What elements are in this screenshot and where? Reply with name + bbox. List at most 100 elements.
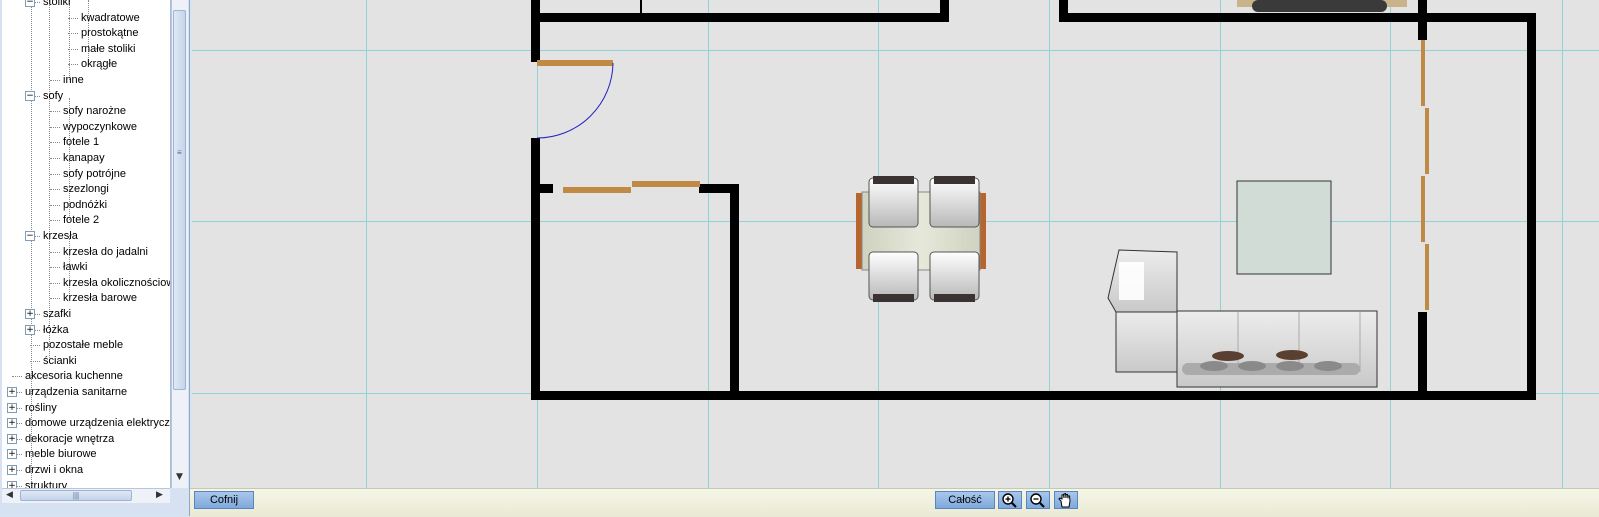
tree-item[interactable]: rośliny [24, 400, 57, 416]
scroll-down-arrow-icon[interactable]: ▼ [176, 472, 183, 482]
tree-item-label: sofy narożne [63, 105, 126, 118]
expand-icon[interactable]: + [7, 402, 17, 413]
expand-icon[interactable]: + [7, 449, 17, 460]
tree-item-label: szezlongi [63, 183, 109, 196]
tree-connector [50, 267, 60, 269]
tree-item-label: sofy [43, 89, 64, 102]
tree-item[interactable]: urządzenia sanitarne [24, 384, 127, 400]
floor-plan-canvas[interactable] [192, 0, 1599, 488]
tree-item[interactable]: akcesoria kuchenne [24, 368, 123, 384]
tree-item-label: okrągłe [81, 58, 118, 71]
tree-item[interactable]: ławki [62, 259, 87, 275]
collapse-icon[interactable]: − [25, 231, 35, 241]
tree-connector [68, 64, 78, 66]
door-inner-double [563, 181, 700, 193]
tree-connector [50, 251, 60, 253]
tree-item[interactable]: domowe urządzenia elektryczne [24, 415, 170, 431]
tree-item-label: rośliny [25, 401, 57, 414]
tree-connector [50, 204, 60, 206]
expand-icon[interactable]: + [7, 387, 17, 397]
tree-item-label: krzesła barowe [63, 292, 137, 305]
expand-icon[interactable]: + [25, 324, 35, 335]
tree-item[interactable]: prostokątne [80, 25, 138, 41]
horizontal-scrollbar[interactable]: ◀ ||| ▶ [2, 488, 170, 503]
tree-connector [50, 142, 60, 144]
tree-item[interactable]: sofy [42, 88, 63, 104]
tree-item[interactable]: krzesła okolicznościowe [62, 275, 170, 291]
expand-icon[interactable]: + [25, 309, 35, 319]
tree-item[interactable]: łóżka [42, 322, 69, 338]
tree-item-label: sofy potrójne [63, 167, 126, 180]
tree-item[interactable]: szezlongi [62, 181, 109, 197]
tree-item[interactable]: sofy potrójne [62, 166, 126, 182]
tree-item-label: akcesoria kuchenne [25, 370, 123, 383]
tree-item[interactable]: krzesła [42, 228, 78, 244]
tree-item[interactable]: fotele 1 [62, 134, 99, 150]
decoration-top [1237, 0, 1407, 12]
tree-connector [50, 173, 60, 175]
tree-item[interactable]: pozostałe meble [42, 337, 123, 353]
bottom-toolbar: Cofnij Całość [190, 488, 1599, 517]
tree-connector [30, 360, 40, 362]
tree-item-label: inne [63, 74, 84, 86]
tree-item[interactable]: małe stoliki [80, 41, 135, 57]
horizontal-scroll-thumb[interactable]: ||| [20, 490, 132, 501]
tree-item-label: krzesła do jadalni [63, 245, 148, 258]
collapse-icon[interactable]: − [25, 0, 35, 7]
vertical-scrollbar[interactable]: ≡ ▼ [171, 0, 188, 488]
fit-all-button[interactable]: Całość [935, 491, 995, 509]
catalog-panel: − stoliki kwadratowe prostokątne małe stolik… [0, 0, 190, 516]
tree-item[interactable]: stoliki [42, 0, 71, 10]
scroll-right-arrow-icon[interactable]: ▶ [156, 490, 163, 500]
tree-item[interactable]: podnóżki [62, 197, 107, 213]
tree-item[interactable]: kanapay [62, 150, 105, 166]
vertical-scroll-thumb[interactable]: ≡ [173, 10, 186, 390]
scroll-left-arrow-icon[interactable]: ◀ [6, 490, 13, 500]
tree-item[interactable]: sofy narożne [62, 103, 126, 119]
tree-item[interactable]: krzesła barowe [62, 290, 137, 306]
zoom-out-icon [1030, 493, 1045, 508]
tree-item[interactable]: ścianki [42, 353, 77, 369]
tree-item-label: drzwi i okna [25, 464, 84, 476]
tree-connector [68, 17, 78, 19]
coffee-table [1236, 180, 1332, 275]
tree-guide-line [69, 0, 70, 80]
tree-item[interactable]: wypoczynkowe [62, 119, 137, 135]
tree-item-label: ścianki [43, 354, 77, 367]
tree-item-label: kwadratowe [81, 11, 140, 24]
expand-icon[interactable]: + [7, 418, 17, 429]
expand-icon[interactable]: + [7, 433, 17, 444]
expand-icon[interactable]: + [7, 480, 17, 488]
tree-connector [50, 282, 60, 284]
tree-item[interactable]: okrągłe [80, 56, 117, 72]
tree-connector [68, 48, 78, 50]
tree-connector [50, 158, 60, 159]
tree-item[interactable]: drzwi i okna [24, 462, 83, 478]
tree-item[interactable]: kwadratowe [80, 10, 140, 26]
tree-item[interactable]: dekoracje wnętrza [24, 431, 114, 447]
undo-button[interactable]: Cofnij [194, 491, 254, 509]
tree-connector [12, 376, 22, 378]
tree-item-label: podnóżki [63, 198, 108, 211]
catalog-tree[interactable]: − stoliki kwadratowe prostokątne małe stolik… [2, 0, 171, 488]
tree-item-label: stoliki [43, 0, 71, 8]
tree-item[interactable]: inne [62, 72, 84, 88]
tree-item-label: ławki [63, 261, 88, 274]
zoom-out-button[interactable] [1026, 491, 1050, 509]
tree-item-label: łóżka [43, 323, 69, 336]
zoom-in-button[interactable] [998, 491, 1022, 509]
tree-item[interactable]: fotele 2 [62, 212, 99, 228]
collapse-icon[interactable]: − [25, 90, 35, 101]
tree-item[interactable]: meble biurowe [24, 446, 97, 462]
tree-connector [50, 298, 60, 300]
pan-button[interactable] [1054, 491, 1078, 509]
floor-plan-drawing [192, 0, 1599, 488]
tree-connector [50, 80, 60, 81]
tree-item-label: kanapay [63, 152, 105, 164]
tree-connector [50, 126, 60, 128]
tree-item[interactable]: struktury [24, 478, 67, 488]
expand-icon[interactable]: + [7, 465, 17, 475]
tree-item[interactable]: szafki [42, 306, 71, 322]
tree-item[interactable]: krzesła do jadalni [62, 244, 148, 260]
tree-item-label: prostokątne [81, 27, 139, 40]
